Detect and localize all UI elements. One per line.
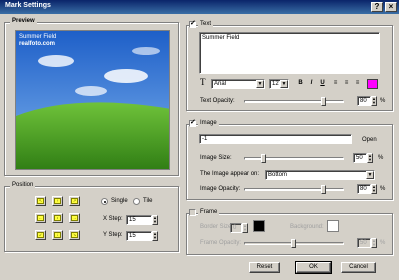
position-right-button[interactable]: →: [69, 213, 80, 223]
frame-opacity-label: Frame Opacity:: [200, 240, 242, 246]
image-opacity-percent: %: [380, 186, 386, 192]
xstep-spinner[interactable]: ▲ ▼: [152, 215, 158, 225]
align-left-icon[interactable]: ≡: [331, 79, 340, 88]
border-size-label: Border Size:: [200, 224, 234, 230]
position-bottom-button[interactable]: ↓: [52, 230, 63, 240]
window-title: Mark Settings: [5, 2, 51, 9]
text-opacity-track[interactable]: [244, 100, 344, 103]
frame-checkbox[interactable]: [189, 209, 196, 216]
ystep-spinner[interactable]: ▲ ▼: [152, 231, 158, 241]
border-color-swatch[interactable]: [253, 220, 265, 232]
text-input[interactable]: Summer Field: [199, 32, 380, 74]
image-size-slider[interactable]: [261, 154, 266, 163]
chevron-down-icon: ▼: [280, 80, 288, 88]
close-button[interactable]: ×: [385, 2, 397, 12]
text-checkbox[interactable]: [189, 19, 196, 28]
align-right-icon[interactable]: ≡: [353, 79, 362, 88]
arrow-icon: ↑: [54, 198, 61, 204]
reset-button[interactable]: Reset: [249, 262, 280, 273]
text-opacity-spinner[interactable]: ▲ ▼: [371, 96, 377, 106]
image-opacity-input[interactable]: 80: [357, 184, 371, 194]
cancel-button[interactable]: Cancel: [341, 262, 376, 273]
landscape-image: [16, 31, 169, 169]
font-size-value: 12: [272, 81, 279, 87]
image-appear-select[interactable]: Bottom ▼: [265, 170, 375, 180]
position-label: Position: [10, 182, 36, 189]
arrow-icon: ↗: [71, 198, 78, 204]
single-radio[interactable]: [101, 198, 108, 205]
text-opacity-input[interactable]: 80: [357, 96, 371, 106]
arrow-icon: ↙: [37, 232, 44, 238]
image-size-label: Image Size:: [200, 155, 232, 161]
text-opacity-percent: %: [380, 98, 386, 104]
position-left-button[interactable]: ←: [35, 213, 46, 223]
chevron-down-icon: ▼: [256, 80, 264, 88]
font-name-select[interactable]: Arial ▼: [211, 79, 265, 89]
image-opacity-label: Image Opacity:: [200, 186, 241, 192]
preview-image: Summer Field realfoto.com: [15, 30, 170, 170]
text-color-swatch[interactable]: [367, 79, 378, 89]
ystep-input[interactable]: 15: [126, 231, 152, 241]
image-appear-value: Bottom: [268, 172, 288, 178]
frame-opacity-slider[interactable]: [291, 239, 296, 248]
image-size-spinner[interactable]: ▲ ▼: [367, 153, 373, 163]
frame-opacity-spinner[interactable]: ▲ ▼: [371, 238, 377, 248]
arrow-icon: ←: [37, 215, 44, 221]
position-bottom-left-button[interactable]: ↙: [35, 230, 46, 240]
image-appear-label: The Image appear on:: [200, 171, 260, 177]
tile-radio[interactable]: [133, 198, 140, 205]
arrow-icon: ↓: [54, 232, 61, 238]
border-size-spinner[interactable]: ▲ ▼: [242, 223, 248, 233]
arrow-icon: →: [71, 215, 78, 221]
position-center-button[interactable]: •: [52, 213, 63, 223]
help-button[interactable]: ?: [371, 2, 383, 12]
frame-group: [186, 213, 393, 255]
image-opacity-slider[interactable]: [321, 185, 326, 194]
position-top-right-button[interactable]: ↗: [69, 196, 80, 206]
italic-button[interactable]: I: [307, 79, 316, 88]
ok-button[interactable]: OK: [295, 261, 332, 274]
background-label: Background:: [290, 224, 324, 230]
open-link[interactable]: Open: [362, 137, 377, 144]
image-size-track[interactable]: [244, 157, 344, 160]
image-opacity-track[interactable]: [244, 188, 344, 191]
title-bar: Mark Settings ? ×: [0, 0, 399, 14]
arrow-icon: •: [54, 215, 61, 221]
frame-opacity-input[interactable]: 50: [357, 238, 371, 248]
frame-opacity-percent: %: [380, 240, 386, 246]
position-bottom-right-button[interactable]: ↘: [69, 230, 80, 240]
font-icon: T: [200, 77, 206, 87]
tile-label: Tile: [143, 198, 153, 204]
font-name-value: Arial: [214, 81, 227, 87]
text-label: Text: [198, 21, 214, 28]
arrow-icon: ↖: [37, 198, 44, 204]
image-checkbox[interactable]: [189, 118, 196, 127]
text-opacity-label: Text Opacity:: [200, 98, 235, 104]
chevron-down-icon: ▼: [366, 171, 374, 179]
xstep-input[interactable]: 15: [126, 215, 152, 225]
arrow-icon: ↘: [71, 232, 78, 238]
xstep-label: X Step:: [103, 216, 123, 222]
position-top-left-button[interactable]: ↖: [35, 196, 46, 206]
image-label: Image: [198, 120, 219, 127]
underline-button[interactable]: U: [318, 79, 327, 88]
bold-button[interactable]: B: [296, 79, 305, 88]
single-label: Single: [111, 198, 128, 204]
image-size-input[interactable]: 50: [353, 153, 367, 163]
align-center-icon[interactable]: ≡: [342, 79, 351, 88]
image-opacity-spinner[interactable]: ▲ ▼: [371, 184, 377, 194]
preview-label: Preview: [10, 18, 37, 25]
image-path-input[interactable]: -1: [199, 134, 352, 144]
font-size-select[interactable]: 12 ▼: [269, 79, 289, 89]
background-color-swatch[interactable]: [327, 220, 339, 232]
frame-label: Frame: [198, 209, 220, 216]
border-size-input[interactable]: 0: [230, 223, 242, 233]
text-opacity-slider[interactable]: [321, 97, 326, 106]
position-top-button[interactable]: ↑: [52, 196, 63, 206]
watermark-site: realfoto.com: [19, 41, 56, 47]
watermark-text: Summer Field: [19, 34, 57, 40]
ystep-label: Y Step:: [103, 232, 123, 238]
image-size-percent: %: [378, 155, 384, 161]
